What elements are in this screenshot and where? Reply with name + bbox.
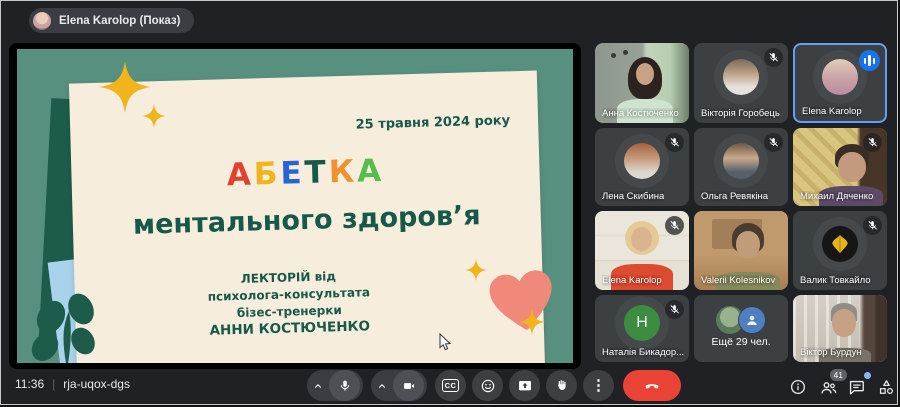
participant-tile[interactable]: Ольга Ревякіна bbox=[694, 128, 788, 206]
captions-button[interactable]: CC bbox=[435, 370, 466, 401]
participants-grid: Анна Костюченко Вікторія Горобець Elena … bbox=[595, 43, 887, 362]
slide-title: АБЕТКА bbox=[71, 148, 540, 197]
overflow-count-label: Ещё 29 чел. bbox=[694, 336, 788, 348]
muted-mic-icon bbox=[665, 300, 684, 319]
meeting-info: 11:36 | rja-uqox-dgs bbox=[15, 377, 130, 391]
meeting-details-button[interactable] bbox=[785, 374, 811, 400]
slide-date: 25 травня 2024 року bbox=[355, 113, 510, 132]
presenter-avatar bbox=[33, 12, 51, 30]
mic-button[interactable] bbox=[307, 370, 363, 401]
avatar-person-icon bbox=[738, 306, 766, 334]
audio-level-icon bbox=[859, 50, 880, 71]
avatar bbox=[723, 143, 759, 179]
more-options-button[interactable]: ⋮ bbox=[583, 370, 614, 401]
avatar bbox=[624, 143, 660, 179]
participant-tile[interactable]: Валик Товкайло bbox=[793, 211, 887, 290]
muted-mic-icon bbox=[665, 133, 684, 152]
presenter-pill[interactable]: Elena Karolop (Показ) bbox=[29, 8, 194, 33]
participant-tile[interactable]: Valerii Kolesnikov bbox=[694, 211, 788, 290]
muted-mic-icon bbox=[764, 48, 783, 67]
muted-mic-icon bbox=[863, 133, 882, 152]
muted-mic-icon bbox=[764, 133, 783, 152]
camera-button[interactable] bbox=[371, 370, 427, 401]
slide-lecture-text: ЛЕКТОРІЙ від психолога-консультата бізес… bbox=[74, 264, 504, 344]
reactions-button[interactable] bbox=[472, 370, 503, 401]
participant-tile[interactable]: Віктор Бурдун bbox=[793, 295, 887, 362]
sparkle-icon bbox=[465, 259, 487, 281]
participant-name: Лена Скибина bbox=[602, 191, 664, 202]
camera-icon[interactable] bbox=[393, 370, 424, 401]
avatar bbox=[822, 59, 858, 95]
participant-name: Вікторія Горобець bbox=[701, 108, 780, 119]
mic-options-chevron-icon[interactable] bbox=[307, 380, 329, 392]
avatar-initial: Н bbox=[624, 305, 660, 341]
mouse-cursor bbox=[438, 333, 452, 351]
meeting-code: rja-uqox-dgs bbox=[63, 377, 130, 391]
plant-leaf-icon bbox=[23, 265, 115, 363]
end-call-button[interactable] bbox=[623, 370, 681, 401]
participant-tile[interactable]: Н Наталія Бикадор... bbox=[595, 295, 689, 362]
participant-tile[interactable]: Elena Karolop bbox=[793, 43, 887, 123]
participant-tile[interactable]: Анна Костюченко bbox=[595, 43, 689, 123]
control-bar: 11:36 | rja-uqox-dgs CC ⋮ 41 bbox=[1, 368, 897, 404]
participant-tile[interactable]: Лена Скибина bbox=[595, 128, 689, 206]
overflow-avatars bbox=[716, 306, 766, 334]
muted-mic-icon bbox=[863, 216, 882, 235]
presentation-slide: 25 травня 2024 року АБЕТКА ментального з… bbox=[17, 49, 573, 363]
sparkle-icon bbox=[519, 309, 545, 335]
participant-name: Михаил Дяченко bbox=[800, 191, 873, 202]
mic-icon[interactable] bbox=[329, 370, 360, 401]
participant-name: Віктор Бурдун bbox=[800, 347, 861, 358]
participant-name: Elena Karolop bbox=[602, 275, 662, 286]
slide-card: 25 травня 2024 року АБЕТКА ментального з… bbox=[69, 71, 545, 363]
raise-hand-button[interactable] bbox=[546, 370, 577, 401]
avatar bbox=[723, 59, 759, 95]
muted-mic-icon bbox=[665, 216, 684, 235]
chat-notification-dot bbox=[864, 372, 871, 379]
activities-button[interactable] bbox=[873, 374, 898, 400]
participant-tile[interactable]: Вікторія Горобець bbox=[694, 43, 788, 123]
participant-name: Elena Karolop bbox=[802, 106, 862, 117]
shared-screen[interactable]: 25 травня 2024 року АБЕТКА ментального з… bbox=[9, 43, 581, 369]
participant-name: Валик Товкайло bbox=[800, 275, 871, 286]
avatar-leaf-icon bbox=[822, 226, 858, 262]
participant-name: Анна Костюченко bbox=[602, 108, 679, 119]
chat-button[interactable] bbox=[843, 374, 869, 400]
clock: 11:36 bbox=[15, 377, 44, 391]
participant-tile[interactable]: Михаил Дяченко bbox=[793, 128, 887, 206]
slide-subtitle: ментального здоров’я bbox=[72, 198, 541, 242]
divider: | bbox=[52, 377, 55, 391]
sparkle-icon bbox=[142, 104, 166, 128]
present-screen-button[interactable] bbox=[509, 370, 540, 401]
camera-options-chevron-icon[interactable] bbox=[371, 380, 393, 392]
participant-tile[interactable]: Elena Karolop bbox=[595, 211, 689, 290]
participant-name: Ольга Ревякіна bbox=[701, 191, 768, 202]
google-meet-window: Elena Karolop (Показ) 25 травня 2024 рок… bbox=[0, 0, 898, 405]
overflow-tile[interactable]: Ещё 29 чел. bbox=[694, 295, 788, 362]
participant-name: Valerii Kolesnikov bbox=[701, 275, 775, 286]
participant-name: Наталія Бикадор... bbox=[602, 347, 684, 358]
presenter-label: Elena Karolop (Показ) bbox=[59, 15, 180, 27]
people-button[interactable]: 41 bbox=[815, 374, 841, 400]
